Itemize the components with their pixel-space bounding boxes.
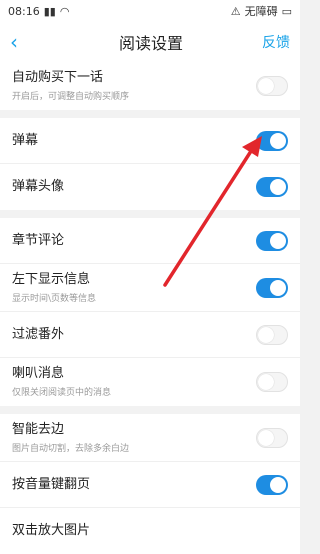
status-right-text: 无障碍: [244, 5, 278, 18]
setting-label: 弹幕: [12, 132, 39, 148]
setting-danmaku-avatar: 弹幕头像: [0, 164, 300, 210]
setting-filter-extras: 过滤番外: [0, 312, 300, 358]
setting-auto-purchase: 自动购买下一话 开启后，可调整自动购买顺序: [0, 62, 300, 110]
auto-purchase-toggle[interactable]: [256, 76, 288, 96]
feedback-button[interactable]: 反馈: [262, 32, 290, 52]
smart-trim-toggle[interactable]: [256, 427, 288, 448]
setting-label: 弹幕头像: [12, 179, 65, 194]
notification-icon: ⚠: [230, 4, 241, 18]
speaker-messages-toggle[interactable]: [256, 372, 288, 392]
setting-description: 显示时间\页数等信息: [12, 293, 97, 304]
setting-label: 双击放大图片: [12, 523, 91, 538]
setting-double-tap-zoom[interactable]: 双击放大图片: [0, 508, 300, 554]
battery-icon: ▭: [281, 4, 292, 18]
wifi-icon: ◠: [59, 4, 70, 18]
settings-group-danmaku: 弹幕 弹幕头像: [0, 118, 300, 210]
setting-label: 章节评论: [12, 232, 65, 248]
setting-label: 按音量键翻页: [12, 476, 91, 492]
danmaku-toggle[interactable]: [256, 130, 288, 151]
setting-speaker-messages: 喇叭消息 仅限关闭阅读页中的消息: [0, 358, 300, 406]
setting-label: 自动购买下一话: [12, 70, 104, 85]
setting-smart-trim: 智能去边 图片自动切割，去除多余白边: [0, 414, 300, 462]
nav-bar: ‹ 阅读设置 反馈: [0, 22, 300, 63]
settings-group-purchase: 自动购买下一话 开启后，可调整自动购买顺序: [0, 62, 300, 110]
setting-bottom-left-info: 左下显示信息 显示时间\页数等信息: [0, 264, 300, 312]
settings-list: 自动购买下一话 开启后，可调整自动购买顺序 弹幕 弹幕头像 章节评论 左下显示信…: [0, 62, 300, 554]
setting-label: 过滤番外: [12, 326, 65, 342]
bottom-left-info-toggle[interactable]: [256, 277, 288, 298]
setting-description: 仅限关闭阅读页中的消息: [12, 388, 112, 398]
settings-group-display: 智能去边 图片自动切割，去除多余白边 按音量键翻页 双击放大图片: [0, 414, 300, 554]
setting-volume-key-page: 按音量键翻页: [0, 462, 300, 508]
signal-icon: ▮▮: [43, 4, 56, 18]
chapter-comments-toggle[interactable]: [256, 230, 288, 251]
setting-chapter-comments: 章节评论: [0, 218, 300, 264]
status-time: 08:16: [8, 4, 40, 18]
setting-description: 图片自动切割，去除多余白边: [12, 443, 130, 454]
page-title: 阅读设置: [118, 34, 183, 53]
setting-danmaku: 弹幕: [0, 118, 300, 164]
setting-label: 智能去边: [12, 421, 65, 437]
setting-label: 喇叭消息: [12, 366, 65, 381]
volume-key-page-toggle[interactable]: [256, 474, 288, 495]
status-bar: 08:16 ▮▮ ◠ ⚠ 无障碍 ▭: [0, 0, 300, 22]
danmaku-avatar-toggle[interactable]: [256, 177, 288, 197]
setting-label: 左下显示信息: [12, 271, 91, 287]
back-arrow-icon[interactable]: ‹: [10, 30, 40, 54]
settings-group-reading: 章节评论 左下显示信息 显示时间\页数等信息 过滤番外 喇叭消息 仅限关闭阅读页…: [0, 218, 300, 406]
filter-extras-toggle[interactable]: [256, 324, 288, 345]
setting-description: 开启后，可调整自动购买顺序: [12, 92, 130, 102]
